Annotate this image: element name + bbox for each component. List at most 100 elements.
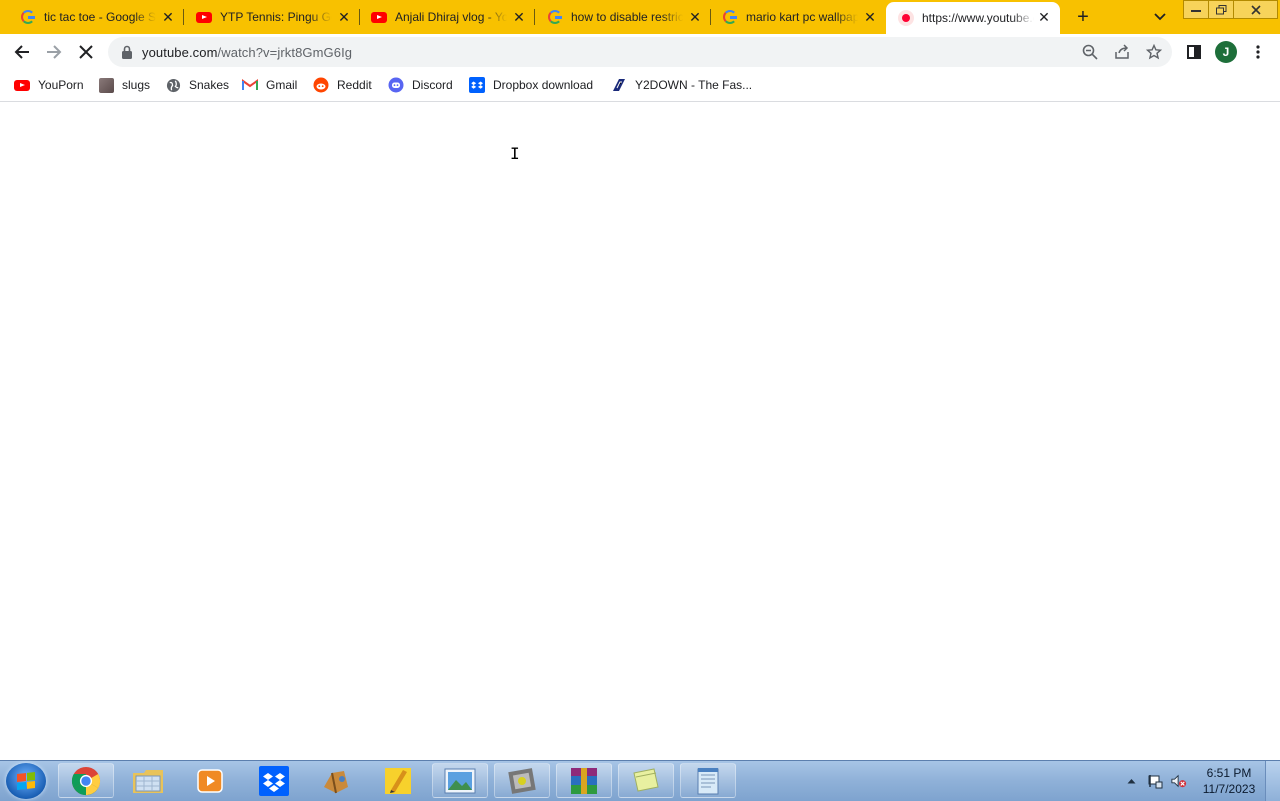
close-tab-icon[interactable]: ✕ bbox=[336, 9, 352, 25]
tab-disable-restrictions[interactable]: how to disable restrictions ✕ bbox=[527, 0, 711, 34]
close-tab-icon[interactable]: ✕ bbox=[1036, 9, 1052, 25]
taskbar-notepad[interactable] bbox=[680, 763, 736, 798]
tab-anjali-vlog[interactable]: Anjali Dhiraj vlog - YouTube ✕ bbox=[351, 0, 535, 34]
taskbar-media-player[interactable] bbox=[182, 763, 238, 798]
file-explorer-icon bbox=[133, 769, 163, 793]
tab-strip: tic tac toe - Google Search ✕ YTP Tennis… bbox=[0, 0, 1280, 34]
tab-title: mario kart pc wallpaper bbox=[746, 10, 858, 24]
url-host: youtube.com bbox=[142, 45, 218, 60]
close-tab-icon[interactable]: ✕ bbox=[687, 9, 703, 25]
taskbar-game[interactable] bbox=[494, 763, 550, 798]
bookmark-gmail[interactable]: Gmail bbox=[242, 76, 297, 94]
start-button[interactable] bbox=[6, 763, 46, 799]
photo-viewer-icon bbox=[444, 768, 476, 793]
system-clock[interactable]: 6:51 PM 11/7/2023 bbox=[1198, 765, 1260, 797]
share-icon[interactable] bbox=[1113, 43, 1131, 61]
address-bar[interactable]: youtube.com/watch?v=jrkt8GmG6Ig bbox=[108, 37, 1172, 67]
restore-button[interactable] bbox=[1208, 0, 1234, 19]
media-player-icon bbox=[197, 768, 223, 793]
url-text[interactable]: youtube.com/watch?v=jrkt8GmG6Ig bbox=[142, 45, 352, 60]
tab-ytp-tennis[interactable]: YTP Tennis: Pingu Goes ✕ bbox=[176, 0, 360, 34]
close-tab-icon[interactable]: ✕ bbox=[511, 9, 527, 25]
taskbar-file-explorer[interactable] bbox=[120, 763, 176, 798]
tab-title: how to disable restrictions bbox=[571, 10, 683, 24]
bookmark-discord[interactable]: Discord bbox=[388, 76, 453, 94]
bookmark-label: Dropbox download bbox=[493, 78, 594, 92]
bookmark-reddit[interactable]: Reddit bbox=[313, 76, 372, 94]
youtube-icon bbox=[196, 9, 212, 25]
lock-icon[interactable] bbox=[118, 43, 136, 61]
side-panel-button[interactable] bbox=[1180, 38, 1208, 66]
notes-icon bbox=[633, 767, 659, 792]
discord-icon bbox=[388, 77, 404, 93]
forward-button[interactable] bbox=[40, 38, 68, 66]
tab-title: tic tac toe - Google Search bbox=[44, 10, 156, 24]
show-hidden-icons-arrow-icon[interactable] bbox=[1123, 773, 1139, 789]
clock-time: 6:51 PM bbox=[1206, 766, 1252, 780]
taskbar-winrar[interactable] bbox=[556, 763, 612, 798]
taskbar-audio-app[interactable] bbox=[308, 763, 364, 798]
youtube-icon bbox=[371, 9, 387, 25]
gmail-icon bbox=[242, 77, 258, 93]
bookmark-snakes[interactable]: Snakes bbox=[165, 76, 229, 94]
taskbar-dropbox[interactable] bbox=[246, 763, 302, 798]
bookmark-label: slugs bbox=[122, 78, 151, 92]
clock-date: 11/7/2023 bbox=[1202, 782, 1256, 796]
bookmarks-bar: YouPorn slugs Snakes Gmail Reddit Discor… bbox=[0, 70, 1280, 102]
globe-icon bbox=[165, 77, 181, 93]
close-window-button[interactable] bbox=[1233, 0, 1278, 19]
bookmark-slugs[interactable]: slugs bbox=[98, 76, 150, 94]
bookmark-y2down[interactable]: Y2DOWN - The Fas... bbox=[611, 76, 752, 94]
y2down-icon bbox=[611, 77, 627, 93]
back-button[interactable] bbox=[8, 38, 36, 66]
bookmark-label: Y2DOWN - The Fas... bbox=[635, 78, 753, 92]
url-path: /watch?v=jrkt8GmG6Ig bbox=[217, 45, 353, 60]
tab-title: https://www.youtube.com bbox=[922, 11, 1034, 25]
bookmark-label: YouPorn bbox=[38, 78, 84, 92]
stop-loading-button[interactable] bbox=[72, 38, 100, 66]
tab-title: Anjali Dhiraj vlog - YouTube bbox=[395, 10, 507, 24]
windows-logo-icon bbox=[17, 772, 35, 790]
game-icon bbox=[508, 767, 536, 794]
dropbox-icon bbox=[469, 77, 485, 93]
notepad-icon bbox=[697, 767, 719, 794]
taskbar-chrome[interactable] bbox=[58, 763, 114, 798]
dropbox-icon bbox=[259, 765, 289, 796]
tab-tic-tac-toe[interactable]: tic tac toe - Google Search ✕ bbox=[0, 0, 184, 34]
youtube-loading-icon bbox=[898, 10, 914, 26]
google-icon bbox=[20, 9, 36, 25]
bookmark-star-icon[interactable] bbox=[1145, 43, 1163, 61]
taskbar-sticky-pen[interactable] bbox=[370, 763, 426, 798]
chrome-icon bbox=[71, 766, 101, 795]
volume-muted-icon[interactable] bbox=[1171, 773, 1187, 789]
new-tab-button[interactable]: + bbox=[1072, 6, 1094, 28]
profile-avatar[interactable]: J bbox=[1215, 41, 1237, 63]
bookmark-dropbox[interactable]: Dropbox download bbox=[469, 76, 593, 94]
audio-app-icon bbox=[324, 770, 348, 793]
tab-mario-kart[interactable]: mario kart pc wallpaper ✕ bbox=[702, 0, 886, 34]
close-tab-icon[interactable]: ✕ bbox=[160, 9, 176, 25]
menu-kebab-icon[interactable] bbox=[1244, 38, 1272, 66]
taskbar-notes[interactable] bbox=[618, 763, 674, 798]
bookmark-youporn[interactable]: YouPorn bbox=[14, 76, 84, 94]
tab-youtube-active[interactable]: https://www.youtube.com ✕ bbox=[886, 2, 1060, 34]
tab-search-chevron-icon[interactable] bbox=[1150, 8, 1170, 26]
reddit-icon bbox=[313, 77, 329, 93]
bookmark-label: Discord bbox=[412, 78, 453, 92]
windows-taskbar: 6:51 PM 11/7/2023 bbox=[0, 760, 1280, 801]
minimize-button[interactable] bbox=[1183, 0, 1209, 19]
zoom-icon[interactable] bbox=[1081, 43, 1099, 61]
close-tab-icon[interactable]: ✕ bbox=[862, 9, 878, 25]
show-desktop-button[interactable] bbox=[1265, 761, 1280, 801]
image-icon bbox=[98, 77, 114, 93]
page-content: I bbox=[0, 102, 1280, 760]
youtube-icon bbox=[14, 77, 30, 93]
google-icon bbox=[547, 9, 563, 25]
bookmark-label: Gmail bbox=[266, 78, 298, 92]
taskbar-photo-viewer[interactable] bbox=[432, 763, 488, 798]
text-cursor-icon: I bbox=[510, 144, 520, 163]
action-center-flag-icon[interactable] bbox=[1147, 773, 1163, 789]
bookmark-label: Reddit bbox=[337, 78, 372, 92]
bookmark-label: Snakes bbox=[189, 78, 230, 92]
winrar-icon bbox=[571, 767, 597, 794]
